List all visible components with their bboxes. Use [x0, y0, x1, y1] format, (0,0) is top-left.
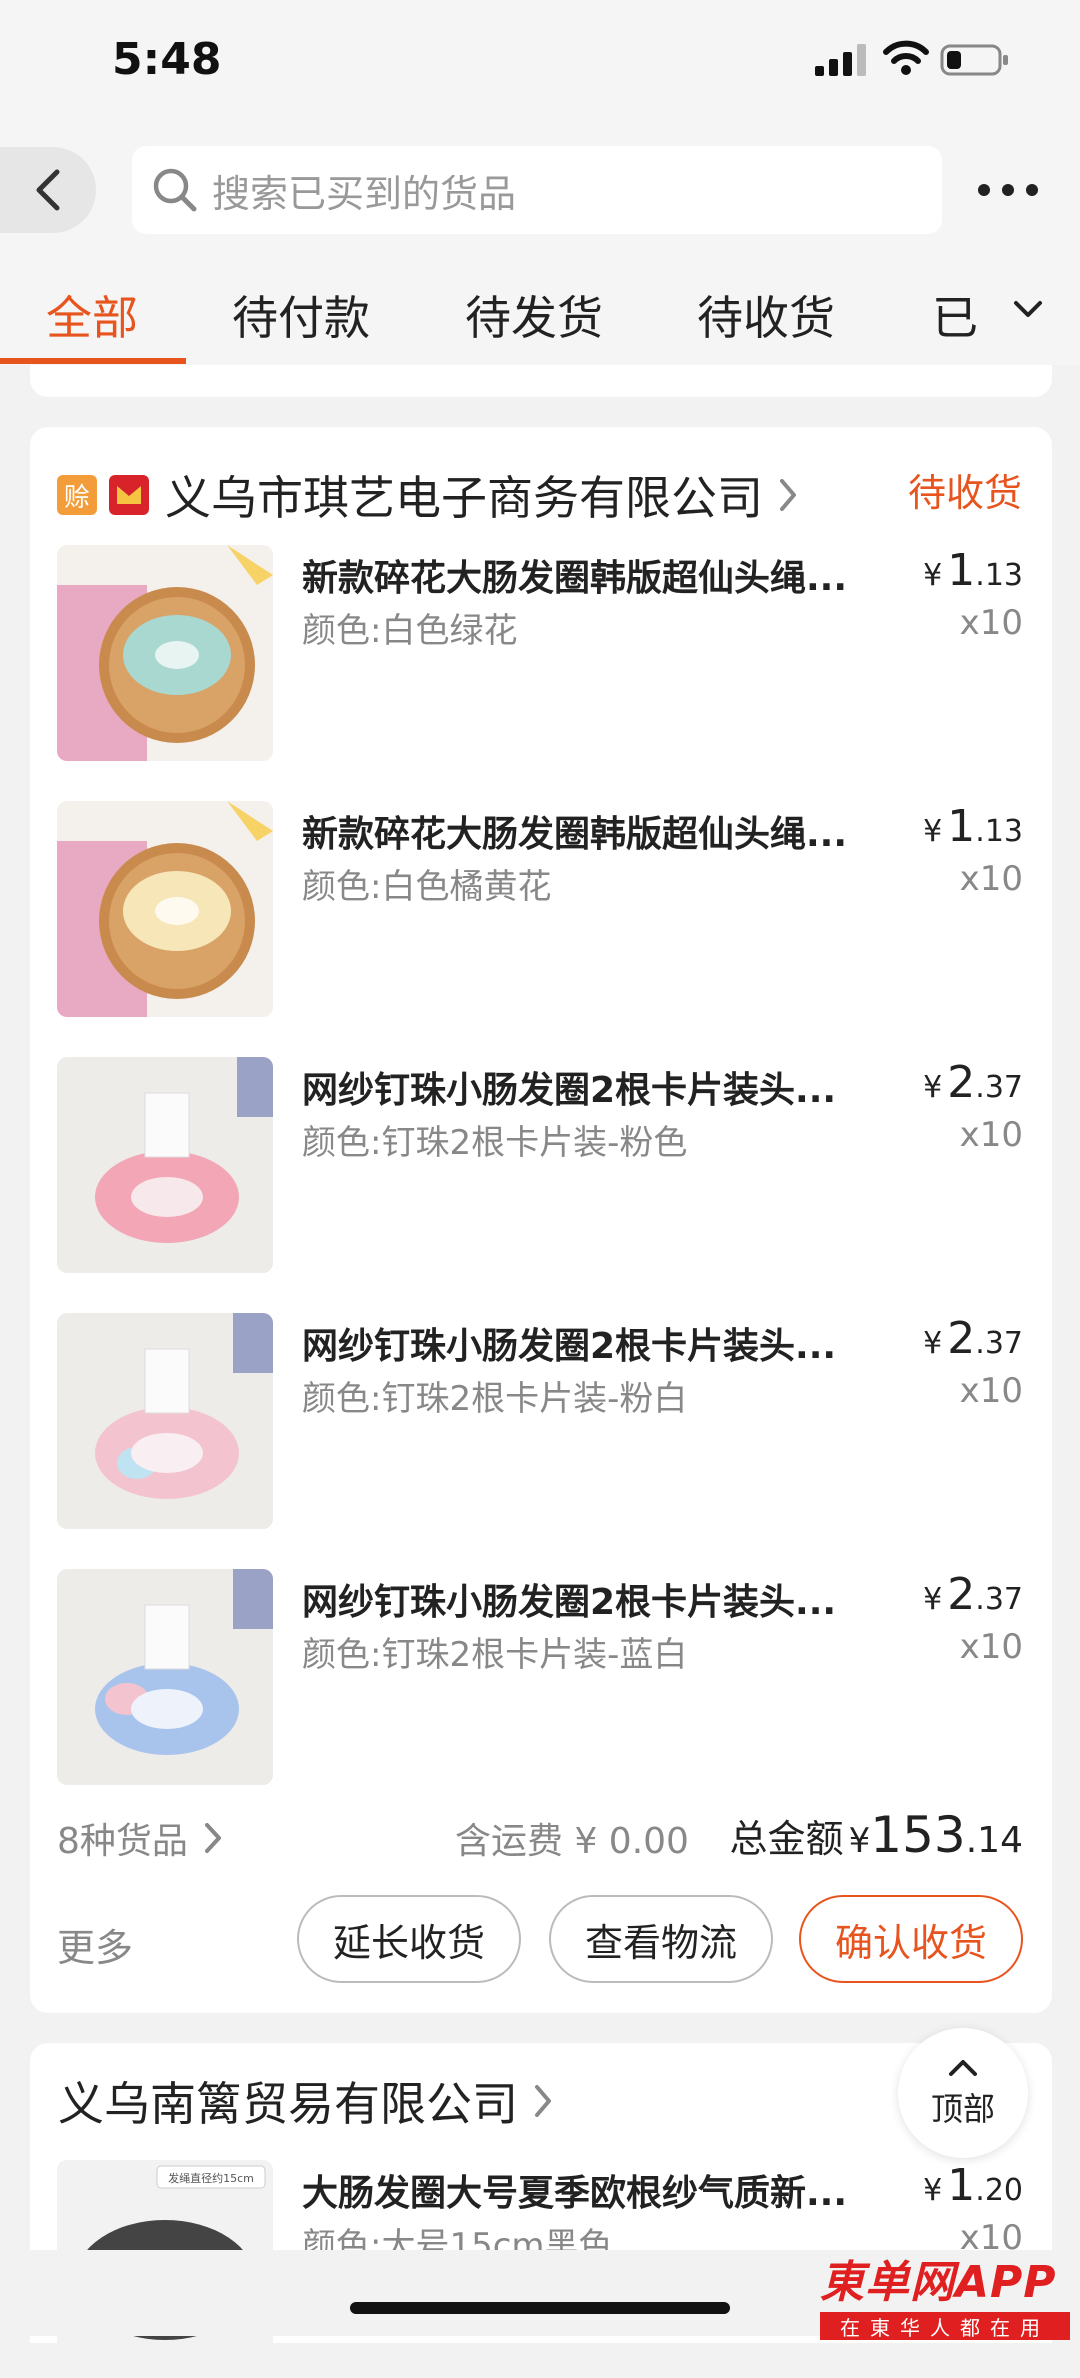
- shop-header[interactable]: 义乌南篱贸易有限公司: [58, 2068, 554, 2134]
- order-item[interactable]: 网纱钉珠小肠发圈2根卡片装头... 颜色:钉珠2根卡片装-粉白 ¥ 2.37 x…: [57, 1313, 1023, 1531]
- item-price: ¥ 1.20: [923, 2160, 1023, 2211]
- shop-header[interactable]: 赊 义乌市琪艺电子商务有限公司: [57, 462, 799, 528]
- item-price: ¥ 1.13: [923, 545, 1023, 596]
- view-logistics-button[interactable]: 查看物流: [549, 1895, 773, 1983]
- chevron-right-icon: [780, 479, 796, 511]
- active-tab-indicator: [0, 358, 186, 364]
- item-spec: 颜色:白色绿花: [302, 611, 518, 651]
- item-spec: 颜色:钉珠2根卡片装-蓝白: [302, 1635, 688, 1675]
- shop-name: 义乌南篱贸易有限公司: [58, 2077, 518, 2131]
- credit-pay-badge: 赊: [57, 475, 97, 515]
- tab-pending-payment[interactable]: 待付款: [232, 282, 370, 348]
- status-time: 5:48: [112, 34, 222, 85]
- dot-icon: [1002, 184, 1014, 196]
- item-spec: 颜色:钉珠2根卡片装-粉色: [302, 1123, 688, 1163]
- chevron-left-icon: [36, 169, 60, 211]
- item-quantity: x10: [959, 1371, 1023, 1411]
- item-title: 新款碎花大肠发圈韩版超仙头绳...: [302, 814, 848, 855]
- dot-icon: [978, 184, 990, 196]
- more-actions-link[interactable]: 更多: [57, 1917, 133, 1972]
- item-title: 网纱钉珠小肠发圈2根卡片装头...: [302, 1582, 837, 1623]
- home-indicator[interactable]: [350, 2302, 730, 2314]
- item-spec: 颜色:白色橘黄花: [302, 867, 552, 907]
- item-price: ¥ 1.13: [923, 801, 1023, 852]
- item-title: 网纱钉珠小肠发圈2根卡片装头...: [302, 1326, 837, 1367]
- product-thumbnail: [57, 1569, 273, 1785]
- item-quantity: x10: [959, 603, 1023, 643]
- shop-badge-icon: [109, 475, 149, 515]
- order-item[interactable]: 新款碎花大肠发圈韩版超仙头绳... 颜色:白色橘黄花 ¥ 1.13 x10: [57, 801, 1023, 1019]
- tab-pending-receipt[interactable]: 待收货: [697, 282, 835, 348]
- item-title: 网纱钉珠小肠发圈2根卡片装头...: [302, 1070, 837, 1111]
- back-to-top-button[interactable]: 顶部: [898, 2028, 1028, 2158]
- item-quantity: x10: [959, 1627, 1023, 1667]
- item-quantity: x10: [959, 1115, 1023, 1155]
- order-total: 总金额 ¥153.14: [729, 1806, 1023, 1864]
- shop-name: 义乌市琪艺电子商务有限公司: [165, 471, 763, 525]
- search-placeholder: 搜索已买到的货品: [212, 171, 517, 216]
- order-summary: 8种货品 含运费 ¥ 0.00 总金额 ¥153.14: [57, 1806, 1023, 1866]
- order-item[interactable]: 新款碎花大肠发圈韩版超仙头绳... 颜色:白色绿花 ¥ 1.13 x10: [57, 545, 1023, 763]
- confirm-receipt-button[interactable]: 确认收货: [799, 1895, 1023, 1983]
- product-thumbnail: [57, 545, 273, 761]
- order-item[interactable]: 网纱钉珠小肠发圈2根卡片装头... 颜色:钉珠2根卡片装-蓝白 ¥ 2.37 x…: [57, 1569, 1023, 1787]
- item-title: 大肠发圈大号夏季欧根纱气质新...: [302, 2173, 848, 2214]
- order-item[interactable]: 网纱钉珠小肠发圈2根卡片装头... 颜色:钉珠2根卡片装-粉色 ¥ 2.37 x…: [57, 1057, 1023, 1275]
- thumb-caption: 发绳直径约15cm: [168, 2171, 254, 2185]
- shipping-fee: 含运费 ¥ 0.00: [455, 1821, 689, 1862]
- search-icon: [153, 168, 197, 212]
- chevron-up-icon: [949, 2060, 977, 2076]
- item-price: ¥ 2.37: [923, 1569, 1023, 1620]
- watermark-title: 東单网APP: [820, 2257, 1057, 2308]
- item-spec: 颜色:钉珠2根卡片装-粉白: [302, 1379, 688, 1419]
- dot-icon: [1026, 184, 1038, 196]
- back-button[interactable]: [0, 147, 96, 233]
- watermark-logo: 東单网APP 在東华人都在用: [820, 2246, 1070, 2340]
- item-title: 新款碎花大肠发圈韩版超仙头绳...: [302, 558, 848, 599]
- battery-icon: [940, 44, 1008, 76]
- tab-all[interactable]: 全部: [46, 282, 138, 348]
- chevron-down-icon[interactable]: [1010, 295, 1046, 325]
- item-count-link[interactable]: 8种货品: [57, 1812, 224, 1864]
- chevron-right-icon: [204, 1823, 221, 1853]
- cellular-signal-icon: [815, 44, 866, 76]
- item-price: ¥ 2.37: [923, 1057, 1023, 1108]
- product-thumbnail: [57, 1057, 273, 1273]
- order-actions: 更多 延长收货 查看物流 确认收货: [57, 1895, 1023, 1985]
- tab-pending-shipment[interactable]: 待发货: [465, 282, 603, 348]
- tab-completed[interactable]: 已: [932, 282, 978, 348]
- search-input[interactable]: 搜索已买到的货品: [132, 146, 942, 234]
- item-price: ¥ 2.37: [923, 1313, 1023, 1364]
- wifi-icon: [883, 40, 929, 75]
- order-status: 待收货: [908, 471, 1023, 515]
- more-options-button[interactable]: [978, 170, 1038, 210]
- back-to-top-label: 顶部: [930, 2090, 995, 2128]
- product-thumbnail: [57, 1313, 273, 1529]
- chevron-right-icon: [535, 2085, 551, 2117]
- item-count: 8种货品: [57, 1821, 188, 1862]
- item-quantity: x10: [959, 859, 1023, 899]
- previous-order-card: [30, 365, 1052, 397]
- extend-receipt-button[interactable]: 延长收货: [297, 1895, 521, 1983]
- product-thumbnail: [57, 801, 273, 1017]
